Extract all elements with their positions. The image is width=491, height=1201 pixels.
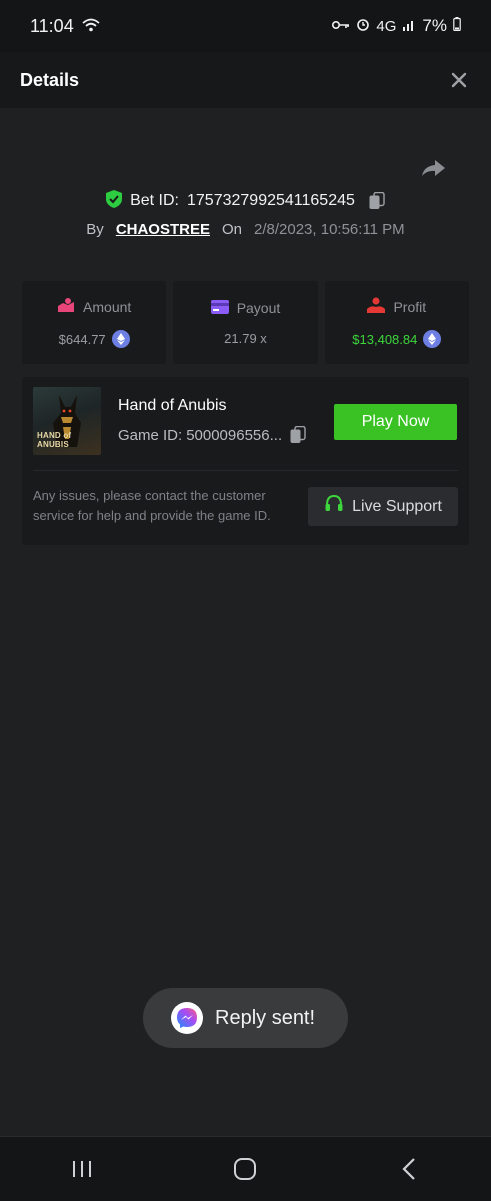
game-name: Hand of Anubis [118, 397, 227, 414]
live-support-button[interactable]: Live Support [308, 487, 458, 526]
bet-by-row: By CHAOSTREE On 2/8/2023, 10:56:11 PM [0, 218, 491, 240]
amount-value: $644.77 [58, 331, 106, 347]
system-nav-bar [0, 1136, 491, 1201]
key-icon [332, 18, 350, 35]
payout-head: Payout [210, 299, 281, 317]
game-id-label: Game ID: [118, 426, 183, 444]
status-right: 4G 7% [332, 16, 461, 36]
bet-stats: Amount $644.77 Payout 21.79 x Profit $13… [22, 281, 469, 364]
profit-stat: Profit $13,408.84 [324, 281, 469, 364]
thumbnail-title-line1: HAND of [37, 431, 72, 440]
profit-head: Profit [367, 297, 426, 316]
amount-label: Amount [83, 298, 132, 315]
payout-value: 21.79 x [224, 330, 267, 346]
profit-value: $13,408.84 [352, 331, 418, 347]
thumbnail-title-line2: ANUBIS [37, 440, 69, 449]
game-thumbnail[interactable]: HAND of ANUBIS [33, 387, 101, 455]
toast-text: Reply sent! [215, 1006, 316, 1029]
bet-id-label: Bet ID: [130, 192, 179, 209]
reply-sent-toast: Reply sent! [143, 988, 348, 1048]
amount-stat: Amount $644.77 [22, 281, 167, 364]
close-button[interactable] [447, 68, 471, 92]
details-header: Details [0, 52, 491, 108]
status-bar: 11:04 4G 7% [0, 0, 491, 52]
wifi-icon [82, 16, 100, 37]
home-button[interactable] [225, 1149, 265, 1189]
play-now-button[interactable]: Play Now [334, 404, 457, 440]
thumbnail-title: HAND of ANUBIS [37, 431, 71, 449]
amount-head: Amount [57, 297, 131, 316]
alarm-icon [356, 17, 370, 35]
username-link[interactable]: CHAOSTREE [116, 221, 210, 238]
bet-id-value: 1757327992541165245 [187, 192, 355, 209]
card-divider [33, 470, 458, 471]
messenger-icon [171, 1002, 203, 1034]
bet-id-row: Bet ID: 1757327992541165245 [0, 189, 491, 213]
support-notice: Any issues, please contact the customer … [33, 488, 271, 523]
page-title: Details [20, 69, 80, 90]
profit-icon [367, 297, 386, 316]
copy-icon [369, 192, 385, 209]
signal-icon [402, 18, 416, 35]
home-icon [234, 1158, 257, 1180]
payout-label: Payout [236, 300, 281, 316]
game-card: HAND of ANUBIS Hand of Anubis Game ID: 5… [22, 377, 469, 545]
status-time: 11:04 [30, 15, 74, 36]
payout-value-row: 21.79 x [224, 331, 267, 346]
recents-icon [72, 1161, 91, 1177]
eth-icon [111, 330, 130, 348]
amount-icon [57, 297, 75, 316]
live-support-label: Live Support [352, 497, 442, 515]
on-label: On [222, 220, 243, 238]
battery-icon [453, 17, 461, 35]
game-id-row: Game ID: 5000096556... [118, 426, 306, 444]
payout-card-icon [210, 299, 229, 317]
amount-value-row: $644.77 [59, 330, 130, 348]
bet-date: 2/8/2023, 10:56:11 PM [254, 220, 405, 238]
profit-label: Profit [393, 298, 427, 315]
battery-percent: 7% [422, 16, 447, 35]
copy-icon [290, 426, 306, 443]
network-label: 4G [376, 17, 397, 35]
close-icon [451, 72, 467, 88]
copy-bet-id-button[interactable] [369, 192, 385, 210]
copy-game-id-button[interactable] [290, 426, 306, 444]
recents-button[interactable] [62, 1149, 102, 1189]
eth-icon [423, 330, 442, 348]
share-button[interactable] [418, 154, 448, 184]
share-icon [422, 160, 445, 176]
headset-icon [324, 494, 344, 519]
back-button[interactable] [389, 1149, 429, 1189]
payout-stat: Payout 21.79 x [173, 281, 318, 364]
back-icon [402, 1158, 415, 1180]
by-label: By [86, 220, 104, 238]
profit-value-row: $13,408.84 [352, 330, 442, 348]
shield-check-icon [106, 189, 123, 213]
status-left: 11:04 [30, 16, 100, 37]
game-id-value: 5000096556... [186, 426, 283, 444]
